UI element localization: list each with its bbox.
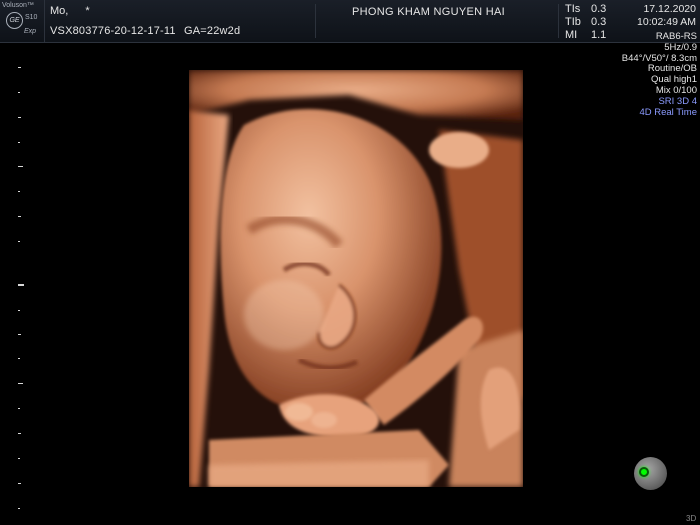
trackball-indicator-icon: [639, 467, 649, 477]
exam-time: 10:02:49 AM: [637, 16, 696, 28]
gestational-age: GA=22w2d: [183, 25, 241, 37]
depth-tick: [18, 117, 21, 118]
depth-tick: [18, 67, 21, 68]
index-value: 0.3: [591, 3, 607, 15]
index-label: MI: [565, 29, 578, 41]
depth-tick: [18, 508, 20, 509]
depth-tick: [18, 92, 20, 93]
ge-logo-icon: GE: [6, 12, 23, 29]
patient-id-row: VSX803776-20-12-17-11 GA=22w2d: [50, 25, 240, 37]
header-divider: [558, 4, 559, 38]
brand-block: Voluson™ GE S10 Exp: [0, 0, 45, 42]
header-divider: [315, 4, 316, 38]
depth-tick: [18, 383, 23, 384]
depth-tick: [18, 433, 21, 434]
patient-name: Mo,: [50, 5, 69, 17]
index-value: 1.1: [591, 29, 607, 41]
index-row-mi: MI 1.1: [565, 29, 606, 41]
depth-tick: [18, 216, 21, 217]
parameter-panel: RAB6-RS 5Hz/0.9 B44°/V50°/ 8.3cm Routine…: [622, 31, 697, 118]
depth-tick: [18, 166, 23, 167]
clinic-name: PHONG KHAM NGUYEN HAI: [352, 6, 505, 18]
model-suffix: Exp: [24, 28, 37, 35]
depth-tick: [18, 284, 24, 286]
depth-tick: [18, 483, 21, 484]
ultrasound-3d-render[interactable]: [189, 70, 523, 487]
index-row-tib: TIb 0.3: [565, 16, 606, 28]
brand-name: Voluson™: [2, 2, 34, 9]
param-sri: SRI 3D 4: [658, 95, 697, 107]
index-row-tis: TIs 0.3: [565, 3, 606, 15]
index-label: TIb: [565, 16, 581, 28]
depth-tick: [18, 408, 20, 409]
param-frequency: 5Hz/0.9: [664, 41, 697, 53]
depth-tick: [18, 458, 20, 459]
patient-id: VSX803776-20-12-17-11: [50, 25, 176, 37]
index-value: 0.3: [591, 16, 607, 28]
exam-date: 17.12.2020: [643, 3, 696, 15]
mode-badge: 3D: [686, 514, 697, 523]
depth-tick: [18, 358, 20, 359]
depth-tick: [18, 241, 20, 242]
header-bar: Voluson™ GE S10 Exp Mo, * VSX803776-20-1…: [0, 0, 700, 43]
depth-tick: [18, 334, 21, 335]
depth-tick: [18, 191, 20, 192]
index-label: TIs: [565, 3, 581, 15]
fetal-face-render: [189, 70, 523, 487]
depth-tick: [18, 310, 20, 311]
depth-tick: [18, 142, 20, 143]
patient-name-row: Mo, *: [50, 5, 90, 17]
model-name: S10: [25, 14, 38, 21]
param-mode: 4D Real Time: [639, 106, 697, 118]
patient-flag: *: [85, 5, 90, 17]
trackball-icon[interactable]: [634, 457, 667, 490]
